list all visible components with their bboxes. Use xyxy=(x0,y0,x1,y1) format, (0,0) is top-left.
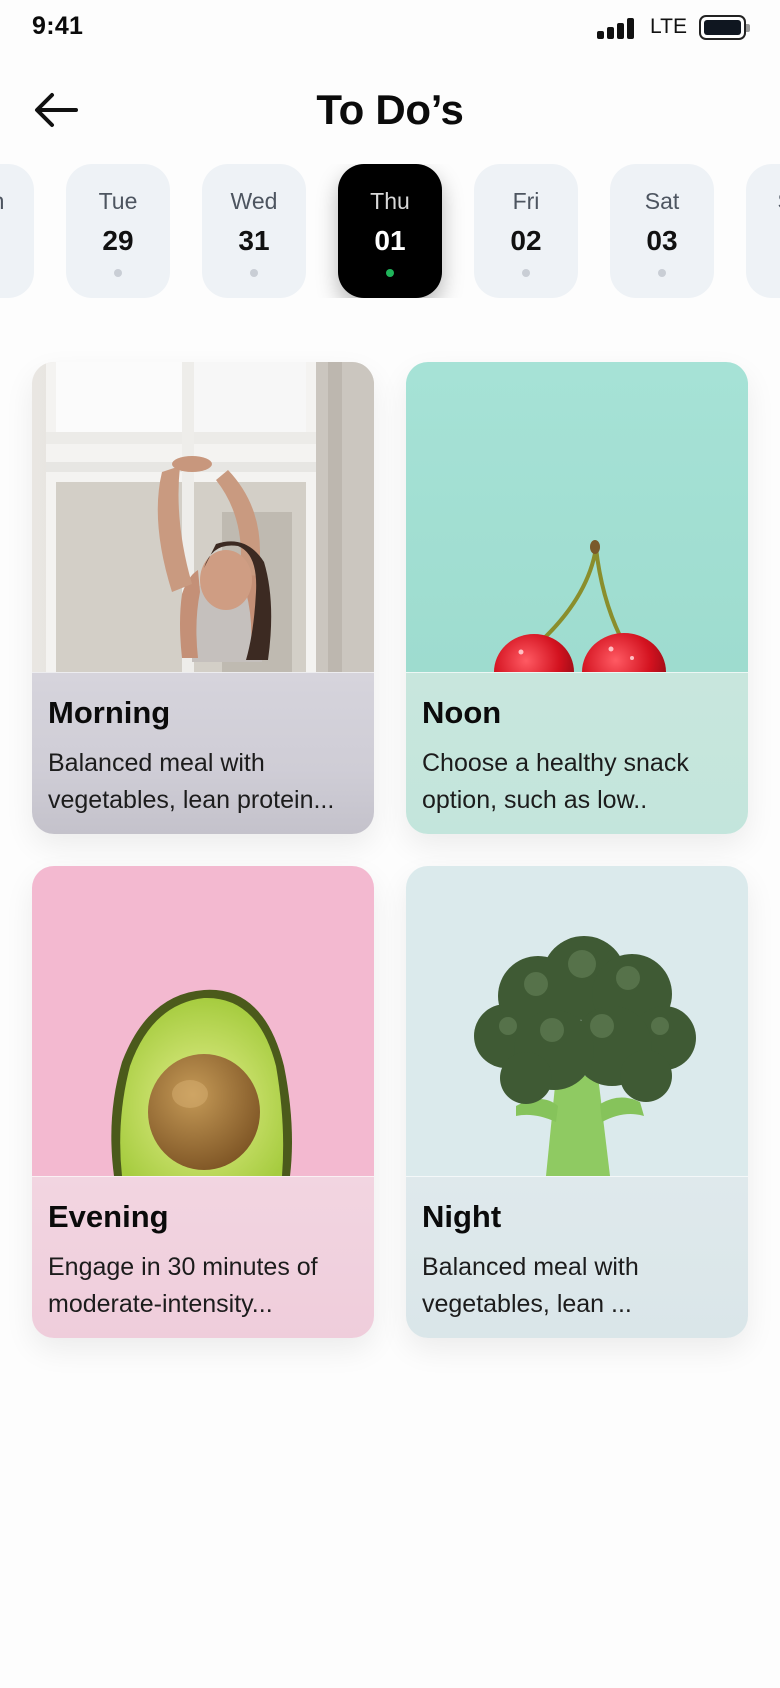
day-dot xyxy=(250,269,258,277)
day-name: Sun xyxy=(746,188,780,215)
day-number: 03 xyxy=(646,225,678,256)
day-dot xyxy=(522,269,530,277)
day-name: Wed xyxy=(230,188,278,214)
day-number: 01 xyxy=(374,225,406,256)
day-pill[interactable]: Sun 04 xyxy=(746,164,780,298)
card-description: Engage in 30 minutes of moderate-intensi… xyxy=(48,1253,318,1318)
day-pill[interactable]: Mon 28 xyxy=(0,164,34,298)
day-number: 29 xyxy=(102,225,134,256)
card-body: Evening Engage in 30 minutes of moderate… xyxy=(32,1176,374,1338)
broccoli-photo xyxy=(406,866,748,1176)
day-name: Thu xyxy=(370,188,410,214)
day-pill[interactable]: Fri 02 xyxy=(474,164,578,298)
network-label: LTE xyxy=(650,15,687,38)
day-pill-selected[interactable]: Thu 01 xyxy=(338,164,442,298)
card-title: Evening xyxy=(48,1199,169,1234)
day-pill[interactable]: Wed 31 xyxy=(202,164,306,298)
todo-card-noon[interactable]: Noon Choose a healthy snack option, such… xyxy=(406,362,748,834)
card-title: Noon xyxy=(422,695,502,730)
status-time: 9:41 xyxy=(32,12,84,40)
day-name: Tue xyxy=(98,188,138,214)
day-pill[interactable]: Tue 29 xyxy=(66,164,170,298)
day-name: Sat xyxy=(644,188,680,214)
todo-card-evening[interactable]: Evening Engage in 30 minutes of moderate… xyxy=(32,866,374,1338)
signal-icon xyxy=(597,17,635,39)
day-name: Fri xyxy=(512,188,540,214)
card-body: Morning Balanced meal with vegetables, l… xyxy=(32,672,374,834)
day-dot xyxy=(386,269,394,277)
day-number: 04 xyxy=(746,225,780,257)
page-title: To Do’s xyxy=(316,86,464,133)
day-pill[interactable]: Sat 03 xyxy=(610,164,714,298)
day-number: 02 xyxy=(510,225,542,256)
card-title: Morning xyxy=(48,695,171,730)
avocado-photo xyxy=(32,866,374,1176)
day-dot xyxy=(114,269,122,277)
day-dot xyxy=(658,269,666,277)
card-description: Balanced meal with vegetables, lean prot… xyxy=(48,749,335,814)
card-body: Night Balanced meal with vegetables, lea… xyxy=(406,1176,748,1338)
battery-icon xyxy=(699,15,750,40)
todo-card-morning[interactable]: Morning Balanced meal with vegetables, l… xyxy=(32,362,374,834)
status-bar: 9:41 LTE xyxy=(0,0,780,60)
cherries-photo xyxy=(406,362,748,672)
card-description: Choose a healthy snack option, such as l… xyxy=(422,749,689,814)
day-name: Mon xyxy=(0,188,34,215)
card-description: Balanced meal with vegetables, lean ... xyxy=(422,1253,639,1318)
todo-card-night[interactable]: Night Balanced meal with vegetables, lea… xyxy=(406,866,748,1338)
day-number: 31 xyxy=(238,225,270,256)
card-title: Night xyxy=(422,1199,502,1234)
card-body: Noon Choose a healthy snack option, such… xyxy=(406,672,748,834)
day-number: 28 xyxy=(0,225,34,257)
woman-stretching-photo xyxy=(32,362,374,672)
date-strip[interactable]: Mon 28 Tue 29 Wed 31 Thu 01 Fri 02 Sat 0… xyxy=(0,164,780,298)
